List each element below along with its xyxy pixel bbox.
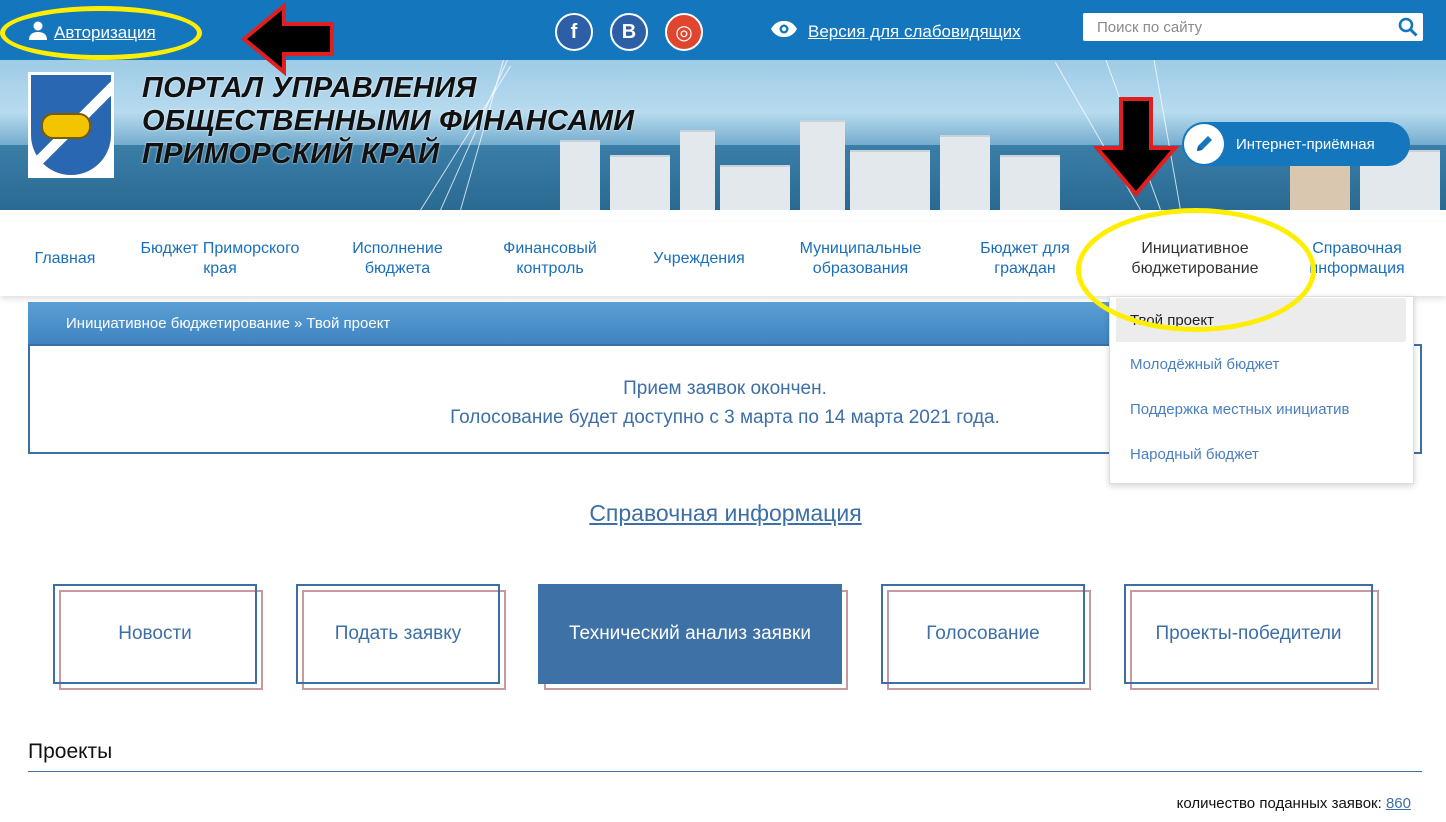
annotation-ellipse-nav bbox=[1076, 208, 1316, 332]
header-banner: ПОРТАЛ УПРАВЛЕНИЯ ОБЩЕСТВЕННЫМИ ФИНАНСАМ… bbox=[0, 60, 1446, 210]
reference-info-link[interactable]: Справочная информация bbox=[0, 500, 1446, 527]
nav-item-execution[interactable]: Исполнение бюджета bbox=[330, 222, 465, 296]
pencil-icon bbox=[1184, 124, 1224, 164]
eye-icon bbox=[770, 20, 798, 43]
breadcrumb-item[interactable]: Инициативное бюджетирование bbox=[66, 315, 290, 332]
tile-winners[interactable]: Проекты-победители bbox=[1124, 584, 1379, 690]
internet-reception-label: Интернет-приёмная bbox=[1236, 135, 1375, 153]
portal-title-line: ОБЩЕСТВЕННЫМИ ФИНАНСАМИ bbox=[142, 105, 635, 137]
tile-label[interactable]: Проекты-победители bbox=[1124, 584, 1373, 684]
tile-news[interactable]: Новости bbox=[53, 584, 263, 690]
portal-title-line: ПОРТАЛ УПРАВЛЕНИЯ bbox=[142, 72, 477, 104]
top-bar: Авторизация f В ◎ Версия для слабовидящи… bbox=[0, 0, 1446, 60]
instagram-icon[interactable]: ◎ bbox=[665, 13, 703, 51]
tile-voting[interactable]: Голосование bbox=[881, 584, 1091, 690]
coat-of-arms-shield bbox=[31, 75, 111, 175]
annotation-ellipse-auth bbox=[0, 6, 202, 60]
annotation-arrow-left bbox=[240, 2, 334, 76]
dropdown-item-local-initiatives[interactable]: Поддержка местных инициатив bbox=[1110, 387, 1413, 431]
search-input[interactable] bbox=[1083, 14, 1393, 40]
applications-count-value[interactable]: 860 bbox=[1386, 795, 1411, 812]
coat-of-arms-logo[interactable] bbox=[28, 72, 114, 178]
search-icon[interactable] bbox=[1393, 13, 1423, 41]
tile-technical-analysis[interactable]: Технический анализ заявки bbox=[538, 584, 848, 690]
vk-icon[interactable]: В bbox=[610, 13, 648, 51]
nav-item-home[interactable]: Главная bbox=[20, 222, 110, 296]
banner-building bbox=[720, 165, 790, 210]
dropdown-item-youth-budget[interactable]: Молодёжный бюджет bbox=[1110, 342, 1413, 386]
banner-building bbox=[1000, 155, 1060, 210]
facebook-icon[interactable]: f bbox=[555, 13, 593, 51]
applications-count-label: количество поданных заявок: bbox=[1176, 795, 1382, 812]
banner-building bbox=[680, 130, 715, 210]
low-vision-link[interactable]: Версия для слабовидящих bbox=[770, 20, 1021, 43]
portal-title: ПОРТАЛ УПРАВЛЕНИЯ ОБЩЕСТВЕННЫМИ ФИНАНСАМ… bbox=[142, 72, 634, 171]
tile-label[interactable]: Подать заявку bbox=[296, 584, 500, 684]
banner-building bbox=[940, 135, 990, 210]
tile-label[interactable]: Технический анализ заявки bbox=[538, 584, 842, 684]
tile-label[interactable]: Новости bbox=[53, 584, 257, 684]
tile-submit-application[interactable]: Подать заявку bbox=[296, 584, 506, 690]
portal-title-line: ПРИМОРСКИЙ КРАЙ bbox=[142, 138, 440, 170]
breadcrumb: Инициативное бюджетирование » Твой проек… bbox=[28, 302, 1110, 344]
low-vision-label[interactable]: Версия для слабовидящих bbox=[808, 22, 1021, 42]
dropdown-item-people-budget[interactable]: Народный бюджет bbox=[1110, 432, 1413, 476]
internet-reception-button[interactable]: Интернет-приёмная bbox=[1182, 122, 1410, 166]
nav-item-budget[interactable]: Бюджет Приморского края bbox=[130, 222, 310, 296]
banner-building bbox=[850, 150, 930, 210]
breadcrumb-separator: » bbox=[294, 314, 303, 332]
nav-item-citizens[interactable]: Бюджет для граждан bbox=[955, 222, 1095, 296]
search-box bbox=[1083, 13, 1423, 41]
projects-heading: Проекты bbox=[28, 740, 113, 763]
tile-label[interactable]: Голосование bbox=[881, 584, 1085, 684]
annotation-arrow-down bbox=[1093, 97, 1179, 198]
applications-count: количество поданных заявок: 860 bbox=[1177, 795, 1411, 812]
nav-item-control[interactable]: Финансовый контроль bbox=[485, 222, 615, 296]
nav-item-institutions[interactable]: Учреждения bbox=[635, 222, 763, 296]
projects-divider bbox=[28, 771, 1422, 772]
breadcrumb-item-current: Твой проект bbox=[306, 314, 391, 332]
tiger-icon bbox=[41, 113, 91, 139]
banner-building bbox=[800, 120, 845, 210]
nav-item-municipal[interactable]: Муниципальные образования bbox=[783, 222, 938, 296]
